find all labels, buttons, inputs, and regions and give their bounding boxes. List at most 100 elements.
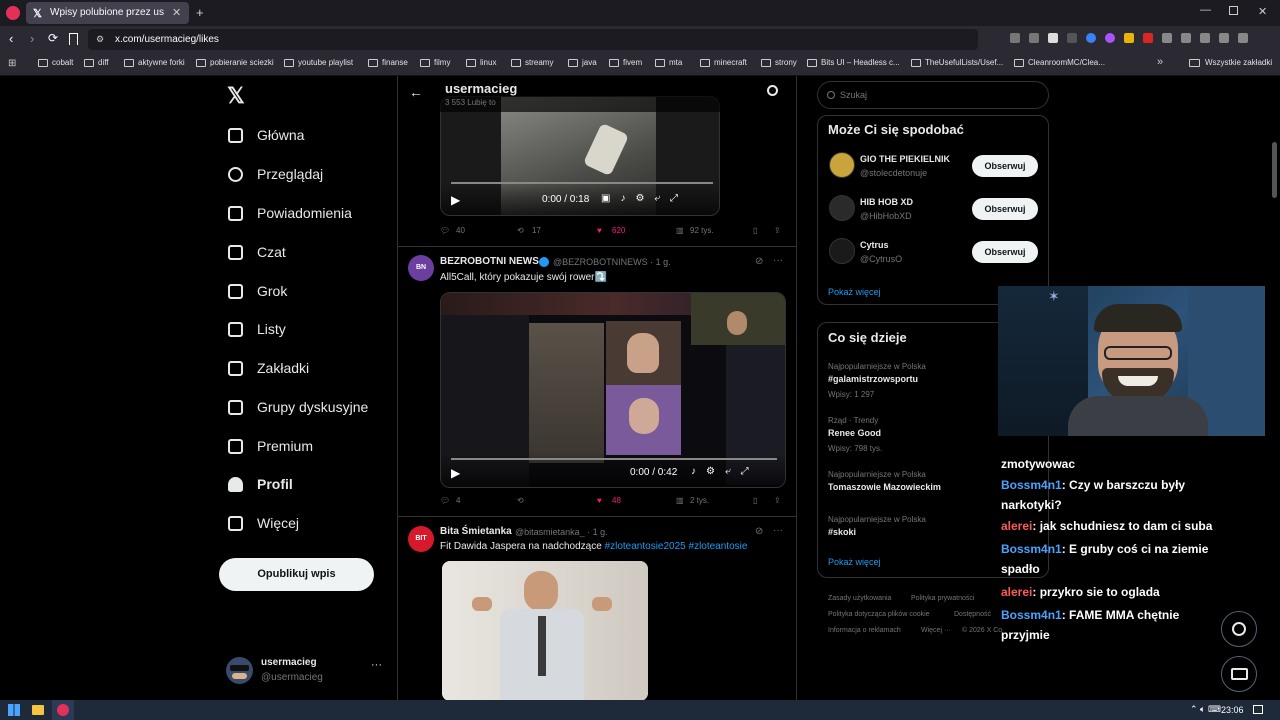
bookmark-item[interactable]: CleanroomMC/Clea... <box>1028 58 1105 67</box>
suggestion-name[interactable]: HIB HOB XD <box>860 197 913 207</box>
bookmarks-overflow-icon[interactable]: » <box>1157 56 1163 68</box>
browser-tab[interactable]: 𝕏 Wpisy polubione przez usermac ✕ <box>26 2 189 24</box>
all-bookmarks-label[interactable]: Wszystkie zakładki <box>1205 58 1272 67</box>
browser-logo-icon[interactable] <box>6 6 20 20</box>
footer-link[interactable]: © 2026 X Co <box>962 627 1002 634</box>
extension-icons[interactable] <box>1010 33 1270 47</box>
bookmark-item[interactable]: fivem <box>623 58 642 67</box>
grok-tweet-icon[interactable]: ⊘ <box>755 256 763 267</box>
tweet-video-2[interactable]: ▶ 0:00 / 0:42 ♪⚙⤶⤢ <box>440 292 786 488</box>
windows-start-icon[interactable] <box>8 704 20 716</box>
play-icon-2[interactable]: ▶ <box>451 466 460 480</box>
show-more-link[interactable]: Pokaż więcej <box>828 287 881 297</box>
bookmark-item[interactable]: minecraft <box>714 58 747 67</box>
tweet-hashtags-3[interactable]: #zloteantosie2025 #zloteantosie <box>605 541 748 552</box>
follow-button[interactable]: Obserwuj <box>972 241 1038 263</box>
chat-username[interactable]: Bossm4n1 <box>1001 478 1062 492</box>
like-icon[interactable]: ♥ <box>597 226 602 235</box>
browser-taskbar-icon[interactable] <box>52 700 74 720</box>
trend-name[interactable]: #galamistrzowsportu <box>828 374 918 384</box>
bookmark-item[interactable]: finanse <box>382 58 408 67</box>
share-icon[interactable]: ⇪ <box>774 226 781 235</box>
notifications-icon[interactable] <box>1253 705 1263 714</box>
footer-link[interactable]: Polityka prywatności <box>911 595 974 602</box>
follow-button[interactable]: Obserwuj <box>972 198 1038 220</box>
trend-name[interactable]: #skoki <box>828 527 856 537</box>
chat-username[interactable]: Bossm4n1 <box>1001 608 1062 622</box>
grok-tweet-icon[interactable]: ⊘ <box>755 526 763 537</box>
tweet-video-1[interactable]: ▶ 0:00 / 0:18 ▣♪⚙⤶⤢ <box>440 96 720 216</box>
bookmark-item[interactable]: aktywne forki <box>138 58 185 67</box>
account-switcher[interactable]: usermacieg @usermacieg ··· <box>226 654 386 688</box>
views-icon[interactable]: ▥ <box>676 496 684 505</box>
close-tab-icon[interactable]: ✕ <box>172 6 181 19</box>
forward-icon[interactable]: › <box>30 31 34 46</box>
bookmark-item[interactable]: cobalt <box>52 58 73 67</box>
footer-link[interactable]: Zasady użytkowania <box>828 595 891 602</box>
tweet-image-3[interactable] <box>442 561 648 700</box>
video-controls-icons-2[interactable]: ♪⚙⤶⤢ <box>691 466 759 477</box>
messages-fab-icon[interactable] <box>1221 656 1257 692</box>
bookmark-item[interactable]: streamy <box>525 58 553 67</box>
video-controls-icons[interactable]: ▣♪⚙⤶⤢ <box>601 193 688 204</box>
bookmark-item[interactable]: pobieranie sciezki <box>210 58 274 67</box>
close-window-icon[interactable]: ✕ <box>1258 5 1267 18</box>
bookmark-icon[interactable]: ▯ <box>753 496 757 505</box>
apps-grid-icon[interactable]: ⊞ <box>8 58 16 69</box>
bookmark-item[interactable]: filmy <box>434 58 450 67</box>
views-icon[interactable]: ▥ <box>676 226 684 235</box>
trend-name[interactable]: Tomaszowie Mazowieckim <box>828 482 941 492</box>
post-button[interactable]: Opublikuj wpis <box>219 558 374 591</box>
bookmark-item[interactable]: youtube playlist <box>298 58 353 67</box>
address-bar[interactable]: ⚙ x.com/usermacieg/likes <box>88 29 978 50</box>
bookmark-page-icon[interactable] <box>69 33 78 45</box>
repost-icon[interactable]: ⟲ <box>517 496 524 505</box>
x-logo-icon[interactable]: 𝕏 <box>227 83 245 109</box>
page-scrollbar[interactable] <box>1272 142 1277 198</box>
share-icon[interactable]: ⇪ <box>774 496 781 505</box>
reload-icon[interactable]: ⟳ <box>48 31 58 45</box>
suggestion-avatar[interactable] <box>829 152 855 178</box>
suggestion-avatar[interactable] <box>829 238 855 264</box>
chat-username[interactable]: alerei <box>1001 585 1032 599</box>
header-search-icon[interactable] <box>767 85 778 96</box>
tweet-avatar-2[interactable]: BN <box>408 255 434 281</box>
bookmark-item[interactable]: Bits UI – Headless c... <box>821 58 900 67</box>
chat-username[interactable]: Bossm4n1 <box>1001 542 1062 556</box>
restore-icon[interactable] <box>1229 6 1238 15</box>
minimize-icon[interactable]: — <box>1200 4 1211 16</box>
suggestion-name[interactable]: GIO THE PIEKIELNIK <box>860 154 950 164</box>
follow-button[interactable]: Obserwuj <box>972 155 1038 177</box>
suggestion-avatar[interactable] <box>829 195 855 221</box>
suggestion-name[interactable]: Cytrus <box>860 240 889 250</box>
tweet-author-2[interactable]: BEZROBOTNI NEWS <box>440 256 539 267</box>
bookmark-item[interactable]: mta <box>669 58 682 67</box>
play-icon[interactable]: ▶ <box>451 193 460 207</box>
repost-icon[interactable]: ⟲ <box>517 226 524 235</box>
bookmark-item[interactable]: linux <box>480 58 496 67</box>
footer-link[interactable]: Polityka dotycząca plików cookie <box>828 611 930 618</box>
reply-icon[interactable]: 💬︎ <box>440 496 450 505</box>
footer-link[interactable]: Informacja o reklamach <box>828 627 901 634</box>
tweet-author-3[interactable]: Bita Śmietanka <box>440 526 512 537</box>
site-info-icon[interactable]: ⚙ <box>96 34 104 45</box>
tweet-more-icon[interactable]: ··· <box>773 255 783 266</box>
chat-username[interactable]: alerei <box>1001 519 1032 533</box>
more-dots-icon[interactable]: ··· <box>371 659 382 671</box>
tweet-avatar-3[interactable]: BIT <box>408 526 434 552</box>
trend-name[interactable]: Renee Good <box>828 428 881 438</box>
reply-icon[interactable]: 💬︎ <box>440 226 450 235</box>
bookmark-item[interactable]: TheUsefulLists/Usef... <box>925 58 1003 67</box>
bookmark-icon[interactable]: ▯ <box>753 226 757 235</box>
bookmark-item[interactable]: strony <box>775 58 797 67</box>
system-tray-icons[interactable]: ⌃ 🔈︎ ⌨ <box>1190 704 1221 715</box>
bookmark-item[interactable]: java <box>582 58 597 67</box>
file-explorer-icon[interactable] <box>32 705 44 715</box>
tweet-more-icon[interactable]: ··· <box>773 525 783 536</box>
trends-show-more-link[interactable]: Pokaż więcej <box>828 557 881 567</box>
like-icon[interactable]: ♥ <box>597 496 602 505</box>
back-arrow-icon[interactable]: ← <box>409 84 423 100</box>
footer-link[interactable]: Więcej ··· <box>921 627 951 634</box>
search-input[interactable]: Szukaj <box>817 81 1049 109</box>
new-tab-icon[interactable]: + <box>196 5 204 20</box>
